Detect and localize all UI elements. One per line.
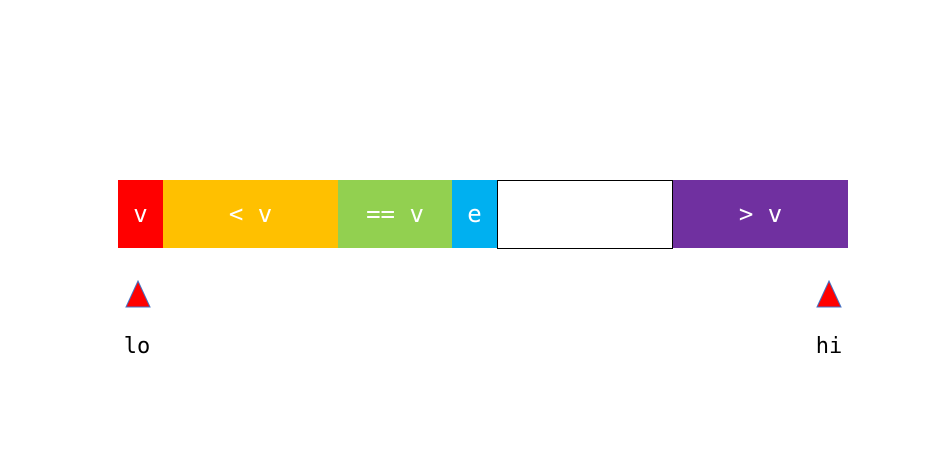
segment-less-than: < v [163,180,338,248]
segment-greater-than: > v [673,180,848,248]
segment-equal: == v [338,180,452,248]
pointer-label-hi: hi [815,334,843,359]
segment-unprocessed [497,180,673,249]
pointer-label-lo: lo [123,334,151,359]
segment-pivot: v [118,180,163,248]
segment-element: e [452,180,497,248]
triangle-up-icon [816,280,842,308]
triangle-up-icon [125,280,151,308]
partition-diagram: v < v == v e > v lo hi [0,0,931,471]
